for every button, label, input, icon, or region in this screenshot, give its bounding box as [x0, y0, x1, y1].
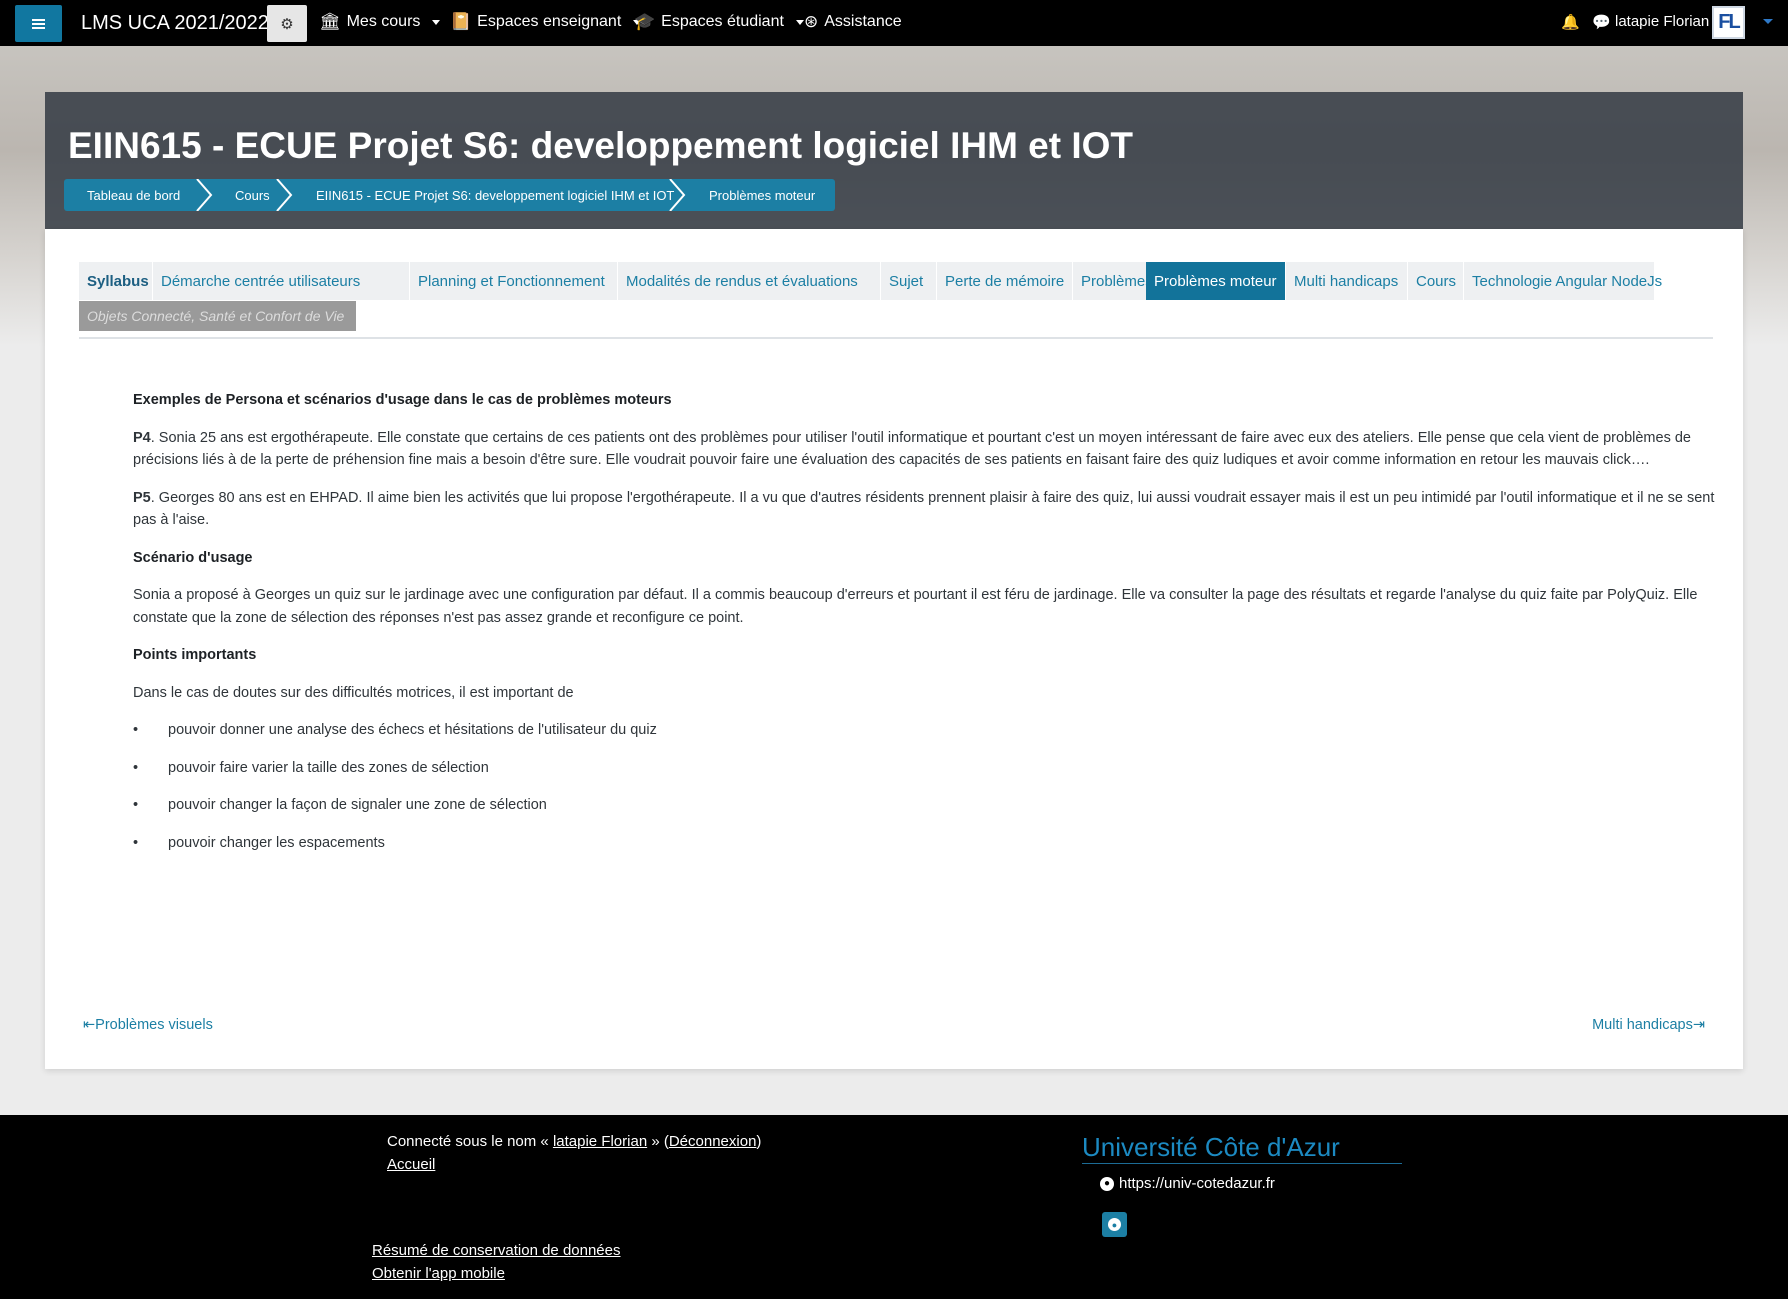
persona-p5-text: . Georges 80 ans est en EHPAD. Il aime b… — [133, 489, 1715, 529]
book-icon: 📔 — [450, 12, 472, 31]
main-content-card: Syllabus Démarche centrée utilisateurs P… — [45, 229, 1743, 1069]
tab-modalites-de-rendus[interactable]: Modalités de rendus et évaluations — [618, 262, 880, 300]
university-underline — [1082, 1163, 1402, 1164]
website-button[interactable]: ● — [1102, 1212, 1127, 1237]
university-name: Université Côte d'Azur — [1082, 1132, 1340, 1162]
list-item: pouvoir changer les espacements — [133, 832, 1723, 855]
breadcrumb-separator-icon — [666, 179, 688, 211]
points-intro: Dans le cas de doutes sur des difficulté… — [133, 684, 574, 701]
tab-multi-handicaps[interactable]: Multi handicaps — [1286, 262, 1407, 300]
chevron-down-icon — [795, 19, 804, 25]
page-footer: Connecté sous le nom « latapie Florian »… — [0, 1115, 1788, 1299]
menu-assistance[interactable]: ⊛ Assistance — [804, 12, 902, 32]
menu-mes-cours[interactable]: 🏛 Mes cours — [319, 12, 441, 32]
previous-section-link[interactable]: ⇤Problèmes visuels — [83, 1017, 213, 1033]
user-name[interactable]: latapie Florian — [1615, 13, 1709, 30]
tabs-divider — [79, 337, 1713, 339]
page-title: EIIN615 - ECUE Projet S6: developpement … — [68, 125, 1134, 166]
graduation-cap-icon: 🎓 — [634, 12, 656, 31]
data-retention-wrapper: Résumé de conservation de données — [372, 1242, 621, 1259]
scenario-text: Sonia a proposé à Georges un quiz sur le… — [133, 587, 1698, 626]
tab-planning-et-fonctionnement[interactable]: Planning et Fonctionnement — [410, 262, 617, 300]
scenario-heading: Scénario d'usage — [133, 549, 253, 566]
breadcrumb-item-tableau-de-bord[interactable]: Tableau de bord — [64, 179, 205, 211]
logout-link[interactable]: Déconnexion — [669, 1133, 757, 1150]
gear-icon: ⚙ — [280, 15, 294, 33]
logged-in-info: Connecté sous le nom « latapie Florian »… — [387, 1133, 762, 1150]
persona-p4-label: P4 — [133, 429, 151, 446]
arrow-right-icon: ⇥ — [1692, 1017, 1705, 1033]
university-icon: 🏛 — [319, 12, 341, 31]
menu-espaces-etudiant[interactable]: 🎓 Espaces étudiant — [634, 12, 804, 32]
user-menu-chevron-icon[interactable] — [1763, 19, 1773, 24]
lifebuoy-icon: ⊛ — [804, 12, 819, 31]
tab-syllabus[interactable]: Syllabus — [79, 262, 152, 300]
breadcrumb-separator-icon — [273, 179, 295, 211]
persona-heading: Exemples de Persona et scénarios d'usage… — [133, 392, 672, 408]
home-link-wrapper: Accueil — [387, 1156, 435, 1173]
points-heading: Points importants — [133, 647, 257, 663]
tab-objets-connectes: Objets Connecté, Santé et Confort de Vie — [79, 301, 356, 331]
breadcrumb-item-current[interactable]: Problèmes moteur — [678, 179, 835, 211]
top-navbar: LMS UCA 2021/2022 ⚙ 🏛 Mes cours 📔 Espaces … — [0, 0, 1788, 46]
next-section-link[interactable]: Multi handicaps⇥ — [1592, 1017, 1705, 1033]
persona-p4: P4. Sonia 25 ans est ergothérapeute. Ell… — [133, 427, 1723, 472]
tab-cours[interactable]: Cours — [1408, 262, 1463, 300]
data-retention-link[interactable]: Résumé de conservation de données — [372, 1242, 621, 1259]
menu-toggle-button[interactable] — [15, 5, 62, 42]
list-item: pouvoir donner une analyse des échecs et… — [133, 719, 1723, 742]
profile-link[interactable]: latapie Florian — [553, 1133, 647, 1150]
points-list: pouvoir donner une analyse des échecs et… — [133, 719, 1723, 854]
tab-perte-de-memoire[interactable]: Perte de mémoire — [937, 262, 1072, 300]
hamburger-icon — [32, 22, 45, 25]
university-website[interactable]: ● https://univ-cotedazur.fr — [1100, 1175, 1275, 1192]
home-link[interactable]: Accueil — [387, 1156, 435, 1173]
tab-technologie-angular-nodejs[interactable]: Technologie Angular NodeJs — [1464, 262, 1662, 300]
section-content: Exemples de Persona et scénarios d'usage… — [133, 389, 1723, 869]
bell-icon[interactable]: 🔔 — [1561, 13, 1580, 31]
persona-p4-text: . Sonia 25 ans est ergothérapeute. Elle … — [133, 429, 1691, 469]
chevron-down-icon — [432, 19, 441, 25]
globe-icon: ● — [1108, 1218, 1121, 1231]
mobile-app-link[interactable]: Obtenir l'app mobile — [372, 1265, 505, 1282]
globe-icon: ● — [1100, 1176, 1114, 1191]
menu-espaces-enseignant[interactable]: 📔 Espaces enseignant — [450, 12, 642, 32]
persona-p5: P5. Georges 80 ans est en EHPAD. Il aime… — [133, 487, 1723, 532]
avatar[interactable]: FL — [1712, 6, 1745, 39]
tab-sujet[interactable]: Sujet — [881, 262, 936, 300]
settings-button[interactable]: ⚙ — [267, 5, 307, 42]
breadcrumb-separator-icon — [193, 179, 215, 211]
site-brand[interactable]: LMS UCA 2021/2022 — [81, 12, 269, 35]
persona-p5-label: P5 — [133, 489, 151, 506]
chat-icon[interactable]: 💬 — [1592, 13, 1611, 31]
mobile-app-wrapper: Obtenir l'app mobile — [372, 1265, 505, 1282]
tab-demarche-centree-utilisateurs[interactable]: Démarche centrée utilisateurs — [153, 262, 409, 300]
breadcrumb: Tableau de bord Cours EIIN615 - ECUE Pro… — [64, 179, 835, 211]
list-item: pouvoir faire varier la taille des zones… — [133, 757, 1723, 780]
breadcrumb-item-course[interactable]: EIIN615 - ECUE Projet S6: developpement … — [285, 179, 678, 211]
list-item: pouvoir changer la façon de signaler une… — [133, 794, 1723, 817]
arrow-left-icon: ⇤ — [83, 1017, 96, 1033]
tab-problemes-moteur[interactable]: Problèmes moteur — [1146, 262, 1285, 300]
